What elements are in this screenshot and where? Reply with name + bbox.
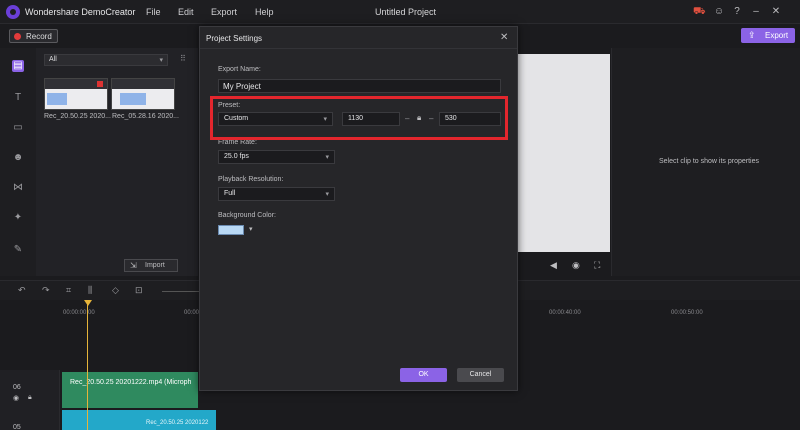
preset-label: Preset: — [218, 102, 241, 109]
ok-button[interactable]: OK — [400, 368, 447, 382]
minimize-icon[interactable]: – — [750, 6, 762, 18]
lock-icon[interactable]: 🔒︎ — [28, 394, 32, 402]
sticker-icon[interactable]: ☻ — [12, 152, 24, 164]
background-color-swatch[interactable] — [218, 225, 244, 235]
playback-resolution-select[interactable]: Full ▾ — [218, 187, 335, 201]
dialog-header: Project Settings ✕ — [200, 27, 517, 49]
export-label: Export — [765, 31, 789, 40]
menu-help[interactable]: Help — [255, 7, 274, 17]
undo-icon[interactable]: ↶ — [18, 285, 26, 296]
track-number: 05 — [13, 424, 21, 430]
record-button[interactable]: Record — [9, 29, 58, 43]
title-bar: Wondershare DemoCreator File Edit Export… — [0, 0, 800, 24]
cart-icon[interactable]: ⛟ — [693, 6, 706, 18]
background-color-label: Background Color: — [218, 212, 276, 219]
track-header: 06 ◉ 🔒︎ 05 — [0, 370, 60, 430]
dash: – — [405, 114, 410, 123]
menu-export[interactable]: Export — [211, 7, 237, 17]
chevron-down-icon: ▾ — [159, 57, 163, 64]
preview-panel: ◀ ◉ ⛶ — [518, 48, 610, 276]
ruler-label: 00:00:40:00 — [549, 310, 581, 316]
chevron-down-icon: ▾ — [325, 154, 329, 161]
record-label: Record — [26, 32, 52, 41]
ok-label: OK — [418, 371, 429, 378]
frame-rate-label: Frame Rate: — [218, 139, 257, 146]
effects-icon[interactable]: ✦ — [12, 212, 24, 224]
audio-clip[interactable]: Rec_20.50.25 20201222.mp4 (Microph — [62, 372, 198, 408]
filter-value: All — [49, 56, 57, 63]
preset-value: Custom — [224, 115, 249, 122]
ruler-label: 00:00:50:00 — [671, 310, 703, 316]
frame-rate-value: 25.0 fps — [224, 153, 249, 160]
export-name-label: Export Name: — [218, 66, 261, 73]
app-logo-icon — [6, 5, 20, 19]
import-label: Import — [145, 262, 165, 269]
media-name-2: Rec_05.28.16 2020... — [112, 113, 179, 120]
left-rail: ▤ T ▭ ☻ ⋈ ✦ ✎ — [0, 48, 36, 276]
dash: – — [429, 114, 434, 123]
clip-label: Rec_20.50.25 20201222.mp4 (Microph — [70, 379, 192, 386]
playback-resolution-label: Playback Resolution: — [218, 176, 284, 183]
text-icon[interactable]: T — [12, 92, 24, 104]
import-icon: ⇲ — [130, 261, 137, 270]
export-button[interactable]: ⇪ Export — [741, 28, 795, 43]
clip-label: Rec_20.50.25 2020122 — [146, 420, 209, 426]
zoom-slider[interactable] — [162, 291, 200, 292]
grid-view-icon[interactable]: ⠿ — [180, 54, 186, 63]
media-name-1: Rec_20.50.25 2020... — [44, 113, 111, 120]
properties-placeholder: Select clip to show its properties — [659, 158, 759, 165]
volume-icon[interactable]: ◀ — [550, 260, 557, 271]
project-settings-dialog: Project Settings ✕ Export Name: Preset: … — [199, 26, 518, 391]
redo-icon[interactable]: ↷ — [42, 285, 50, 296]
cancel-button[interactable]: Cancel — [457, 368, 504, 382]
aspect-lock-icon[interactable]: 🔒︎ — [417, 113, 421, 123]
width-input[interactable]: 1130 — [342, 112, 400, 126]
document-title: Untitled Project — [375, 7, 437, 17]
media-thumb-1[interactable] — [44, 78, 108, 110]
playback-resolution-value: Full — [224, 190, 236, 197]
crop-icon[interactable]: ⌗ — [66, 285, 71, 296]
preview-canvas — [518, 54, 610, 252]
track-number: 06 — [13, 384, 21, 391]
split-icon[interactable]: ⫼ — [88, 285, 92, 296]
properties-panel: Select clip to show its properties — [611, 48, 800, 276]
width-value: 1130 — [348, 115, 364, 122]
frame-rate-select[interactable]: 25.0 fps ▾ — [218, 150, 335, 164]
media-thumb-2[interactable] — [111, 78, 175, 110]
playhead-handle[interactable] — [84, 300, 92, 306]
media-library-icon[interactable]: ▤ — [12, 60, 24, 72]
snapshot-icon[interactable]: ◉ — [572, 260, 580, 271]
video-clip[interactable]: Rec_20.50.25 2020122 — [62, 410, 216, 430]
dialog-title: Project Settings — [206, 34, 263, 43]
app-name: Wondershare DemoCreator — [25, 7, 136, 17]
close-window-icon[interactable]: ✕ — [770, 6, 782, 18]
height-input[interactable]: 530 — [439, 112, 501, 126]
close-icon[interactable]: ✕ — [500, 32, 508, 43]
export-icon: ⇪ — [748, 30, 756, 40]
preset-select[interactable]: Custom ▾ — [218, 112, 333, 126]
chevron-down-icon: ▾ — [325, 191, 329, 198]
chevron-down-icon[interactable]: ▾ — [249, 225, 253, 233]
menu-edit[interactable]: Edit — [178, 7, 194, 17]
record-icon — [14, 33, 21, 40]
help-icon[interactable]: ? — [731, 6, 743, 18]
import-button[interactable]: ⇲ Import — [124, 259, 178, 272]
height-value: 530 — [445, 115, 457, 122]
annotation-icon[interactable]: ▭ — [12, 122, 24, 134]
ruler-label: 00:00:00:00 — [63, 310, 95, 316]
fullscreen-icon[interactable]: ⛶ — [594, 260, 600, 271]
media-panel: All ▾ ⠿ Rec_20.50.25 2020... Rec_05.28.1… — [36, 48, 198, 276]
media-filter-select[interactable]: All ▾ — [44, 54, 168, 66]
marker-icon[interactable]: ◇ — [112, 285, 119, 296]
transition-icon[interactable]: ⋈ — [12, 182, 24, 194]
playhead[interactable] — [87, 304, 88, 430]
fit-icon[interactable]: ⊡ — [135, 285, 143, 296]
chevron-down-icon: ▾ — [323, 116, 327, 123]
export-name-input[interactable] — [218, 79, 501, 93]
eye-icon[interactable]: ◉ — [13, 394, 19, 402]
pin-icon[interactable]: ✎ — [12, 244, 24, 256]
menu-file[interactable]: File — [146, 7, 161, 17]
cancel-label: Cancel — [469, 371, 492, 378]
account-icon[interactable]: ☺ — [713, 6, 725, 18]
